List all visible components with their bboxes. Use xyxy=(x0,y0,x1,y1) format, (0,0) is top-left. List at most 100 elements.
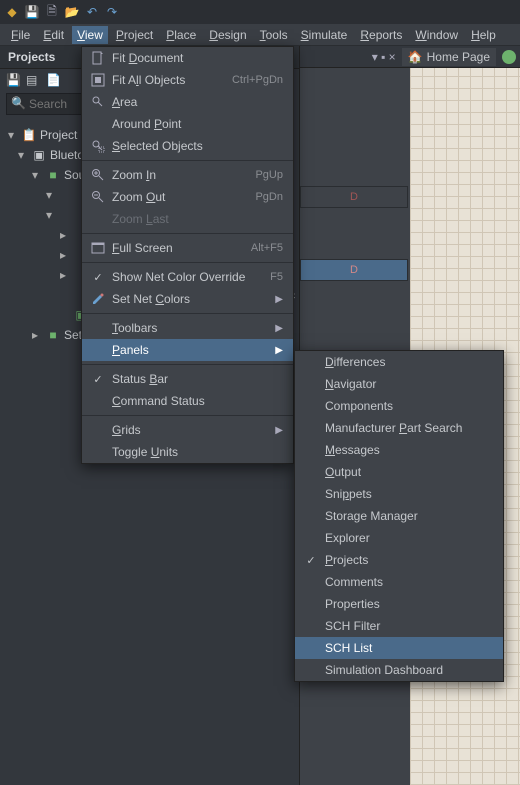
menu-window[interactable]: Window xyxy=(410,26,463,44)
menu-item-label: Navigator xyxy=(321,377,493,391)
menu-item-label: Area xyxy=(108,95,283,109)
menu-item-show-net-color-override[interactable]: ✓Show Net Color OverrideF5 xyxy=(82,266,293,288)
menu-item-grids[interactable]: Grids▶ xyxy=(82,419,293,441)
menu-view[interactable]: View xyxy=(72,26,108,44)
menu-design[interactable]: Design xyxy=(204,26,251,44)
panel-item-sch-filter[interactable]: SCH Filter xyxy=(295,615,503,637)
menu-item-selected-objects[interactable]: Selected Objects xyxy=(82,135,293,157)
menu-item-set-net-colors[interactable]: Set Net Colors▶ xyxy=(82,288,293,310)
fit-doc-icon xyxy=(88,51,108,65)
menu-reports[interactable]: Reports xyxy=(355,26,407,44)
expand-icon[interactable]: ▾ xyxy=(8,126,18,144)
menu-item-fit-document[interactable]: Fit Document xyxy=(82,47,293,69)
menu-item-around-point[interactable]: Around Point xyxy=(82,113,293,135)
menu-item-label: Around Point xyxy=(108,117,283,131)
titlebar: ◆ 💾 🗎 📂 ↶ ↷ xyxy=(0,0,520,24)
menu-item-label: Properties xyxy=(321,597,493,611)
d-label-2: D xyxy=(300,259,408,281)
panel-item-comments[interactable]: Comments xyxy=(295,571,503,593)
menu-place[interactable]: Place xyxy=(161,26,201,44)
user-icon[interactable] xyxy=(502,50,516,64)
expand-icon[interactable]: ▸ xyxy=(60,246,70,264)
tab-options-icon[interactable]: ▾ ▪ × xyxy=(372,50,396,64)
menu-project[interactable]: Project xyxy=(111,26,158,44)
menu-file[interactable]: File xyxy=(6,26,35,44)
expand-icon[interactable]: ▸ xyxy=(60,266,70,284)
panel-item-simulation-dashboard[interactable]: Simulation Dashboard xyxy=(295,659,503,681)
menu-item-zoom-in[interactable]: Zoom InPgUp xyxy=(82,164,293,186)
menu-item-label: SCH List xyxy=(321,641,493,655)
check-icon: ✓ xyxy=(301,554,321,567)
panel-item-projects[interactable]: ✓Projects xyxy=(295,549,503,571)
menu-item-label: Explorer xyxy=(321,531,493,545)
menu-separator xyxy=(82,233,293,234)
menu-item-zoom-last: Zoom Last xyxy=(82,208,293,230)
menu-shortcut: PgDn xyxy=(235,191,283,203)
open-icon[interactable]: 📂 xyxy=(64,4,80,20)
menu-item-status-bar[interactable]: ✓Status Bar xyxy=(82,368,293,390)
menu-simulate[interactable]: Simulate xyxy=(296,26,353,44)
tree-icon: ■ xyxy=(46,326,60,344)
sel-icon xyxy=(88,139,108,153)
tree-icon: 📋 xyxy=(22,126,36,144)
check-icon: ✓ xyxy=(88,271,108,284)
save-all-icon[interactable]: 🗎 xyxy=(44,4,60,20)
panel-item-storage-manager[interactable]: Storage Manager xyxy=(295,505,503,527)
tree-icon: ■ xyxy=(46,166,60,184)
menu-tools[interactable]: Tools xyxy=(255,26,293,44)
menu-item-label: SCH Filter xyxy=(321,619,493,633)
menu-item-toolbars[interactable]: Toolbars▶ xyxy=(82,317,293,339)
menu-shortcut: Ctrl+PgDn xyxy=(212,74,283,86)
panel-item-properties[interactable]: Properties xyxy=(295,593,503,615)
panel-item-snippets[interactable]: Snippets xyxy=(295,483,503,505)
expand-icon[interactable]: ▾ xyxy=(32,166,42,184)
menu-item-label: Snippets xyxy=(321,487,493,501)
expand-icon[interactable]: ▸ xyxy=(60,226,70,244)
save-icon[interactable]: 💾 xyxy=(24,4,40,20)
tab-home-label: Home Page xyxy=(427,50,490,64)
editor-tabs: ▾ ▪ × 🏠 Home Page xyxy=(300,46,520,68)
menu-item-command-status[interactable]: Command Status xyxy=(82,390,293,412)
menu-item-label: Zoom In xyxy=(108,168,235,182)
panel-item-components[interactable]: Components xyxy=(295,395,503,417)
panel-item-differences[interactable]: Differences xyxy=(295,351,503,373)
menu-item-toggle-units[interactable]: Toggle Units xyxy=(82,441,293,463)
fit-all-icon xyxy=(88,73,108,87)
panels-submenu: Differences Navigator ComponentsManufactur… xyxy=(294,350,504,682)
app-icon: ◆ xyxy=(4,4,20,20)
menu-item-zoom-out[interactable]: Zoom OutPgDn xyxy=(82,186,293,208)
panel-item-output[interactable]: Output xyxy=(295,461,503,483)
menu-item-panels[interactable]: Panels▶ xyxy=(82,339,293,361)
redo-icon[interactable]: ↷ xyxy=(104,4,120,20)
area-icon xyxy=(88,95,108,109)
sheet-icon[interactable]: ▤ xyxy=(26,73,40,87)
menu-edit[interactable]: Edit xyxy=(38,26,69,44)
expand-icon[interactable]: ▾ xyxy=(18,146,28,164)
panel-item-sch-list[interactable]: SCH List xyxy=(295,637,503,659)
panel-item-explorer[interactable]: Explorer xyxy=(295,527,503,549)
panel-item-navigator[interactable]: Navigator xyxy=(295,373,503,395)
menu-item-full-screen[interactable]: Full ScreenAlt+F5 xyxy=(82,237,293,259)
menu-item-fit-all-objects[interactable]: Fit All ObjectsCtrl+PgDn xyxy=(82,69,293,91)
search-icon: 🔍 xyxy=(11,96,26,110)
file-icon[interactable]: 📄 xyxy=(46,73,60,87)
expand-icon[interactable]: ▸ xyxy=(32,326,42,344)
menu-item-label: Storage Manager xyxy=(321,509,493,523)
expand-icon[interactable]: ▾ xyxy=(46,186,56,204)
menu-item-label: Selected Objects xyxy=(108,139,283,153)
menu-item-area[interactable]: Area xyxy=(82,91,293,113)
tab-home[interactable]: 🏠 Home Page xyxy=(402,48,496,66)
menu-separator xyxy=(82,364,293,365)
tree-icon: ▣ xyxy=(32,146,46,164)
menu-separator xyxy=(82,160,293,161)
expand-icon[interactable]: ▾ xyxy=(46,206,56,224)
menu-item-label: Panels xyxy=(108,343,265,357)
disk-icon[interactable]: 💾 xyxy=(6,73,20,87)
panel-item-messages[interactable]: Messages xyxy=(295,439,503,461)
panel-item-manufacturer-part-search[interactable]: Manufacturer Part Search xyxy=(295,417,503,439)
menu-help[interactable]: Help xyxy=(466,26,501,44)
menu-item-label: Messages xyxy=(321,443,493,457)
menu-item-label: Command Status xyxy=(108,394,283,408)
menu-item-label: Comments xyxy=(321,575,493,589)
undo-icon[interactable]: ↶ xyxy=(84,4,100,20)
